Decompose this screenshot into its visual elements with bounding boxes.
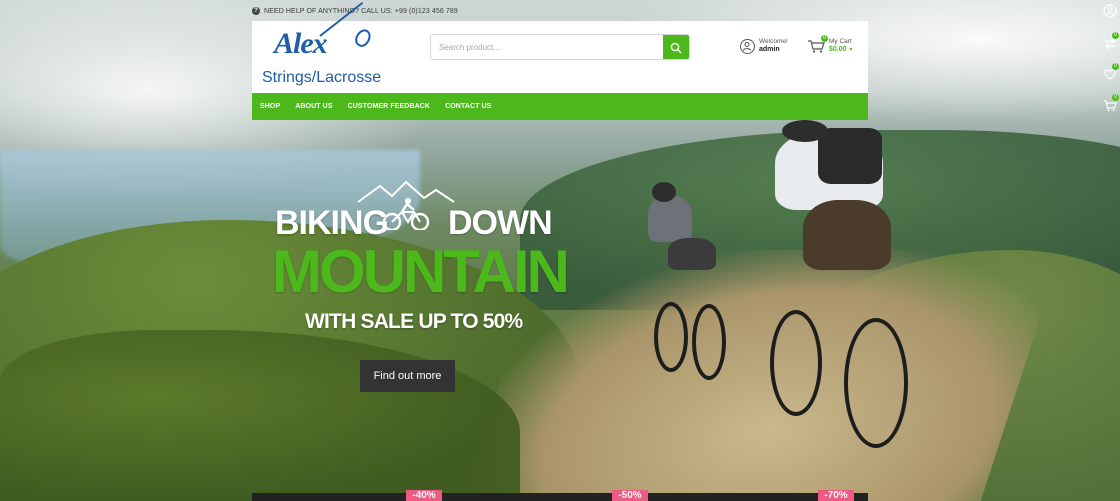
rider-torso — [648, 196, 692, 242]
account-text: Welcome! admin — [759, 38, 788, 54]
rider-helmet — [782, 120, 828, 142]
site-logo[interactable]: Alex Strings/Lacrosse — [260, 1, 400, 89]
nav-item-customer-feedback[interactable]: CUSTOMER FEEDBACK — [348, 103, 430, 110]
basket-icon: 0 — [807, 35, 828, 53]
wheel — [770, 310, 822, 416]
side-toolbar: 0 0 0 — [1098, 0, 1120, 120]
cart-count-badge: 0 — [821, 35, 828, 42]
compare-icon[interactable]: 0 — [1103, 32, 1119, 50]
lacrosse-head-graphic — [352, 26, 374, 50]
account-icon[interactable] — [1103, 4, 1117, 18]
chevron-down-icon: ▼ — [848, 47, 854, 53]
main-navigation: SHOP ABOUT US CUSTOMER FEEDBACK CONTACT … — [252, 93, 868, 120]
find-out-more-button[interactable]: Find out more — [360, 360, 455, 392]
hero-line-mountain: MOUNTAIN — [272, 238, 570, 305]
site-header: Alex Strings/Lacrosse Welcome! admin — [252, 1, 868, 93]
help-text: NEED HELP OF ANYTHING? CALL US: +99 (0)1… — [264, 7, 458, 15]
discount-badge: -70% — [818, 490, 854, 501]
cart-text: My Cart $0.00 ▼ — [829, 38, 853, 54]
mini-cart[interactable]: 0 My Cart $0.00 ▼ — [807, 35, 853, 54]
nav-item-contact-us[interactable]: CONTACT US — [445, 103, 491, 110]
wheel — [844, 318, 908, 448]
help-icon: ? — [252, 7, 260, 15]
wishlist-count-badge: 0 — [1112, 63, 1119, 70]
account-menu[interactable]: Welcome! admin — [740, 38, 788, 54]
discount-badge: -40% — [406, 490, 442, 501]
rider-shorts — [668, 238, 716, 270]
search-input[interactable] — [431, 35, 663, 59]
cart-icon[interactable]: 0 — [1103, 94, 1119, 112]
account-username: admin — [759, 46, 780, 53]
wheel — [654, 302, 688, 372]
cart-label: My Cart — [829, 38, 852, 45]
welcome-label: Welcome! — [759, 38, 788, 45]
rider-backpack — [818, 128, 882, 184]
search-button[interactable] — [663, 35, 689, 59]
logo-word-strings-lacrosse: Strings/Lacrosse — [262, 69, 382, 86]
side-cart-count-badge: 0 — [1112, 94, 1119, 101]
heart-icon[interactable]: 0 — [1103, 63, 1119, 81]
nav-item-shop[interactable]: SHOP — [260, 103, 280, 110]
nav-item-about-us[interactable]: ABOUT US — [295, 103, 332, 110]
user-icon — [740, 38, 755, 54]
hero-line-sale: WITH SALE UP TO 50% — [305, 310, 523, 333]
cart-total: $0.00 — [829, 46, 847, 53]
rider-helmet — [652, 182, 676, 202]
product-strip — [252, 493, 868, 501]
logo-word-alex: Alex — [274, 27, 328, 60]
search-icon — [670, 42, 682, 54]
discount-badge: -50% — [612, 490, 648, 501]
wheel — [692, 304, 726, 380]
compare-count-badge: 0 — [1112, 32, 1119, 39]
rider-shorts — [803, 200, 891, 270]
search-box — [430, 34, 690, 60]
